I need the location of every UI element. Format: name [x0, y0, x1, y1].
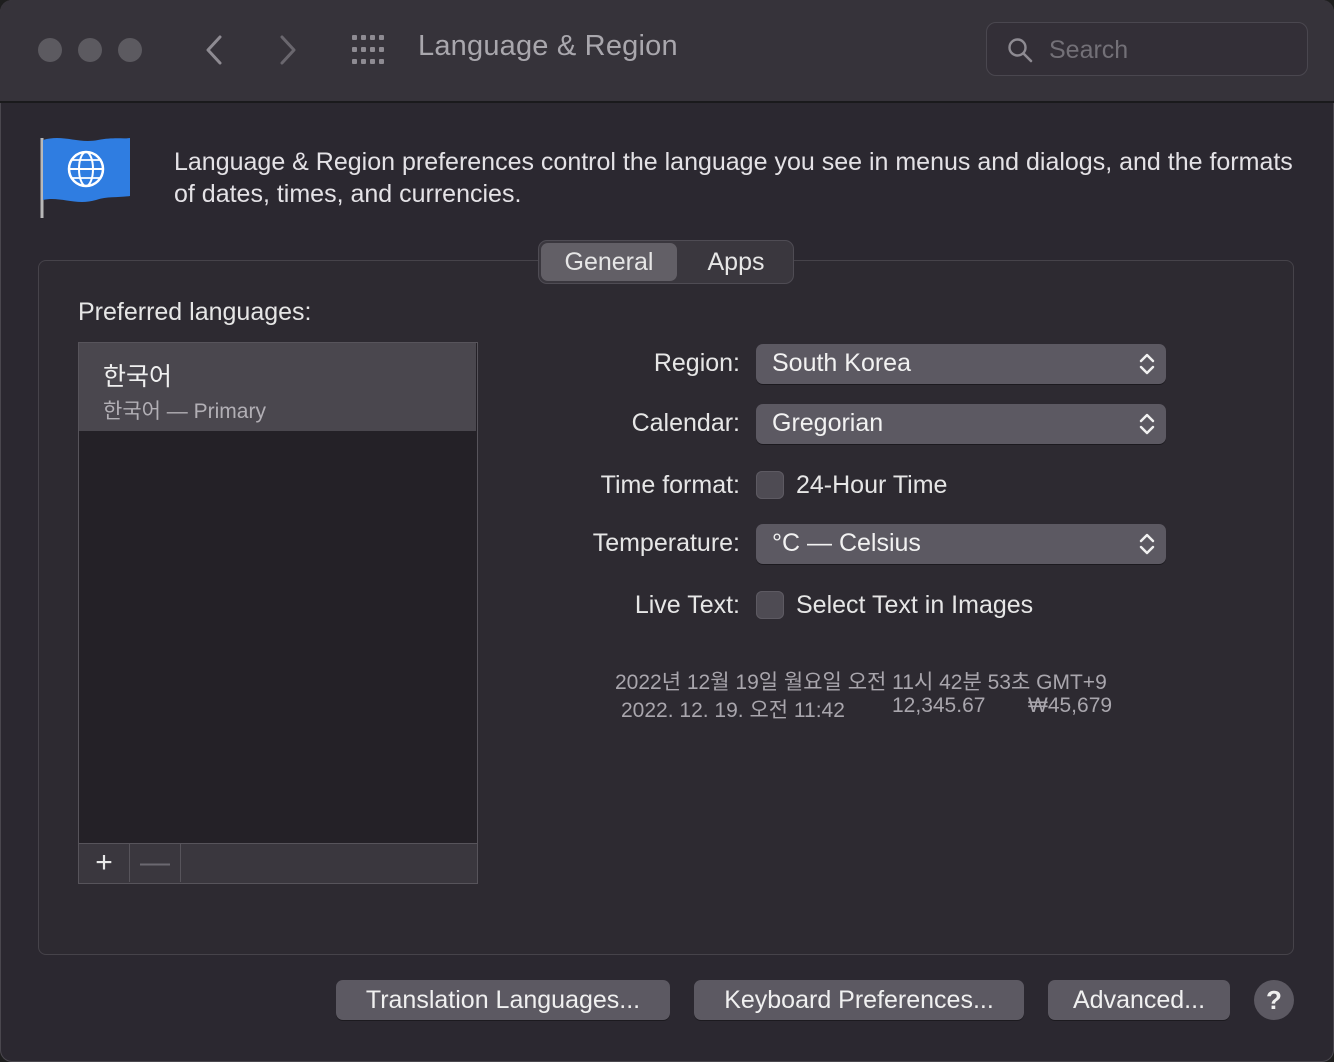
temperature-value: °C — Celsius — [772, 529, 921, 557]
24-hour-time-label[interactable]: 24-Hour Time — [796, 471, 947, 500]
language-name: 한국어 — [103, 363, 173, 391]
language-flag-icon — [40, 138, 130, 218]
add-language-button[interactable]: + — [79, 844, 130, 882]
chevron-right-icon — [280, 35, 296, 65]
sample-currency: ₩45,679 — [1028, 694, 1113, 717]
temperature-label: Temperature: — [592, 529, 740, 557]
forward-button[interactable] — [268, 30, 308, 70]
titlebar: Language & Region — [0, 0, 1334, 103]
help-button[interactable]: ? — [1254, 980, 1294, 1020]
keyboard-preferences-button[interactable]: Keyboard Preferences... — [694, 980, 1024, 1020]
remove-language-button[interactable]: — — [130, 844, 181, 882]
sample-number: 12,345.67 — [892, 694, 986, 717]
minimize-window-button[interactable] — [78, 38, 102, 62]
advanced-button[interactable]: Advanced... — [1048, 980, 1230, 1020]
region-label: Region: — [653, 349, 740, 377]
temperature-popup[interactable]: °C — Celsius — [756, 524, 1166, 564]
tab-bar: General Apps — [538, 240, 794, 284]
list-item[interactable]: 한국어 한국어 — Primary — [79, 343, 476, 431]
close-window-button[interactable] — [38, 38, 62, 62]
back-button[interactable] — [194, 30, 234, 70]
calendar-value: Gregorian — [772, 409, 884, 437]
preferred-languages-label: Preferred languages: — [78, 298, 312, 326]
up-down-chevron-icon — [1139, 413, 1155, 435]
show-all-grid-icon[interactable] — [350, 33, 390, 67]
zoom-window-button[interactable] — [118, 38, 142, 62]
search-input[interactable] — [1047, 33, 1291, 67]
up-down-chevron-icon — [1139, 533, 1155, 555]
region-popup[interactable]: South Korea — [756, 344, 1166, 384]
region-value: South Korea — [772, 349, 911, 377]
tab-general[interactable]: General — [541, 243, 677, 281]
calendar-popup[interactable]: Gregorian — [756, 404, 1166, 444]
sample-long-date: 2022년 12월 19일 월요일 오전 11시 42분 53초 GMT+9 — [615, 671, 1107, 694]
preferences-window: Language & Region Language & Region pref… — [0, 0, 1334, 1062]
time-format-label: Time format: — [600, 471, 740, 499]
select-text-in-images-checkbox[interactable] — [756, 591, 784, 619]
24-hour-time-checkbox[interactable] — [756, 471, 784, 499]
chevron-left-icon — [206, 35, 222, 65]
sample-short-date: 2022. 12. 19. 오전 11:42 — [621, 699, 845, 722]
preferred-languages-list[interactable]: 한국어 한국어 — Primary — [78, 342, 478, 844]
list-toolbar: + — — [78, 844, 478, 884]
live-text-label: Live Text: — [634, 591, 740, 619]
language-subtitle: 한국어 — Primary — [103, 400, 266, 423]
translation-languages-button[interactable]: Translation Languages... — [336, 980, 670, 1020]
calendar-label: Calendar: — [631, 409, 740, 437]
search-field[interactable] — [986, 22, 1308, 76]
select-text-in-images-label[interactable]: Select Text in Images — [796, 591, 1033, 620]
tab-apps[interactable]: Apps — [679, 241, 793, 283]
up-down-chevron-icon — [1139, 353, 1155, 375]
intro-description: Language & Region preferences control th… — [174, 148, 1293, 208]
search-icon — [1008, 38, 1033, 63]
window-title: Language & Region — [418, 30, 678, 62]
